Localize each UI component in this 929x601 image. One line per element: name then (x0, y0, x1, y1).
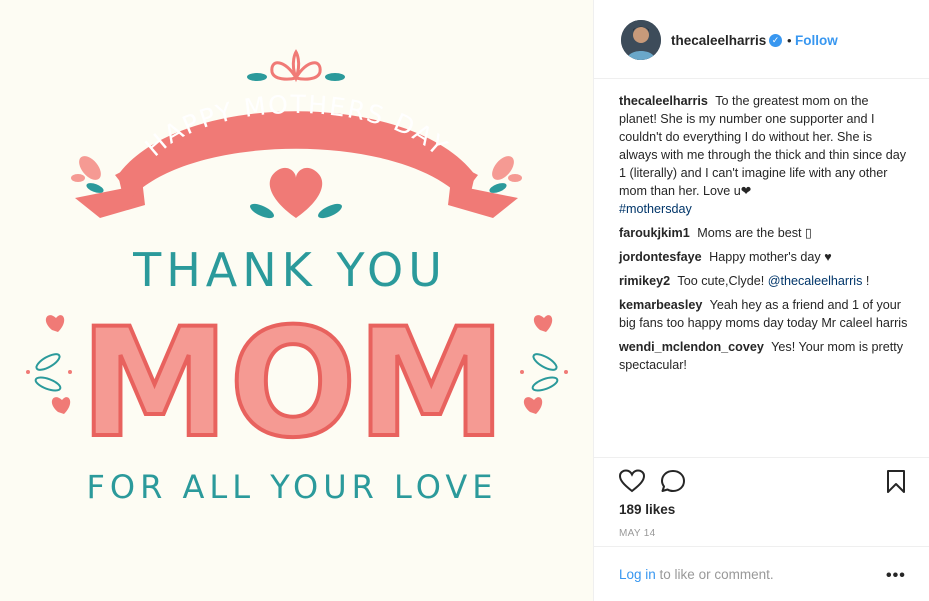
more-options-icon[interactable]: ••• (886, 567, 906, 585)
comment-text: Happy mother's day ♥ (709, 250, 832, 264)
post-date: MAY 14 (619, 528, 656, 539)
login-suffix: to like or comment. (655, 567, 774, 582)
caption-text: To the greatest mom on the planet! She i… (619, 94, 907, 198)
action-bar: 189 likes MAY 14 (594, 457, 929, 547)
header-username[interactable]: thecaleelharris (671, 33, 766, 48)
right-leaves-icon (520, 315, 568, 414)
list-item: wendi_mclendon_covey Yes! Your mom is pr… (619, 338, 909, 374)
post-sidebar: thecaleelharris ✓ • Follow thecaleelharr… (593, 0, 929, 601)
comment-username[interactable]: kemarbeasley (619, 298, 702, 312)
caption: thecaleelharris To the greatest mom on t… (619, 92, 909, 218)
top-flourish-icon (247, 49, 345, 83)
list-item: jordontesfaye Happy mother's day ♥ (619, 248, 909, 266)
thank-you-text: THANK YOU (132, 243, 447, 297)
mothers-day-card: HAPPY MOTHERS DAY THANK YOU MOM FOR ALL … (26, 49, 568, 506)
comment-bubble-icon[interactable] (660, 469, 686, 493)
verified-badge-icon: ✓ (769, 34, 782, 47)
comment-text: Moms are the best ▯ (697, 226, 812, 240)
leaf-icon (318, 203, 342, 219)
mom-text: MOM (80, 297, 506, 471)
hashtag-link[interactable]: #mothersday (619, 202, 692, 216)
likes-count[interactable]: 189 likes (619, 502, 675, 517)
post-image[interactable]: HAPPY MOTHERS DAY THANK YOU MOM FOR ALL … (0, 0, 593, 601)
like-heart-icon[interactable] (619, 469, 645, 493)
list-item: kemarbeasley Yeah hey as a friend and 1 … (619, 296, 909, 332)
right-flower-icon (489, 156, 522, 193)
comment-username[interactable]: faroukjkim1 (619, 226, 690, 240)
login-prompt: Log in to like or comment. (619, 567, 774, 582)
mention-link[interactable]: @thecaleelharris (768, 274, 863, 288)
list-item: faroukjkim1 Moms are the best ▯ (619, 224, 909, 242)
follow-button[interactable]: Follow (795, 33, 838, 48)
login-link[interactable]: Log in (619, 567, 656, 582)
header-separator: • (787, 33, 792, 48)
heart-icon (269, 167, 323, 218)
instagram-post: HAPPY MOTHERS DAY THANK YOU MOM FOR ALL … (0, 0, 929, 601)
comment-username[interactable]: jordontesfaye (619, 250, 702, 264)
list-item: rimikey2 Too cute,Clyde! @thecaleelharri… (619, 272, 909, 290)
comment-text-tail: ! (865, 274, 870, 288)
leaf-icon (250, 203, 274, 219)
avatar-photo-icon (621, 20, 661, 60)
left-leaves-icon (26, 315, 72, 414)
post-header: thecaleelharris ✓ • Follow (594, 0, 929, 79)
caption-username[interactable]: thecaleelharris (619, 94, 708, 108)
comment-text: Too cute,Clyde! (677, 274, 765, 288)
post-footer: Log in to like or comment. ••• (594, 546, 929, 601)
comment-username[interactable]: rimikey2 (619, 274, 670, 288)
comment-username[interactable]: wendi_mclendon_covey (619, 340, 764, 354)
comments-list: thecaleelharris To the greatest mom on t… (619, 92, 909, 380)
left-flower-icon (71, 156, 104, 193)
for-all-your-love-text: FOR ALL YOUR LOVE (87, 468, 498, 506)
bookmark-icon[interactable] (886, 469, 906, 494)
avatar[interactable] (621, 20, 661, 60)
